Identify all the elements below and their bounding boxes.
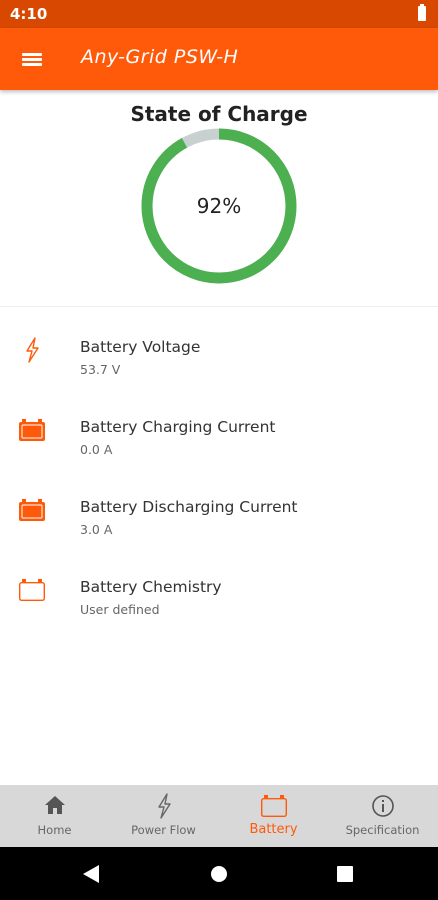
lightning-icon bbox=[157, 793, 171, 819]
info-label: Battery Charging Current bbox=[80, 418, 276, 436]
nav-label: Home bbox=[37, 823, 72, 837]
back-button[interactable] bbox=[62, 847, 122, 900]
nav-label: Specification bbox=[345, 823, 420, 837]
battery-icon bbox=[19, 419, 45, 441]
battery-outline-icon bbox=[19, 579, 46, 602]
info-icon bbox=[371, 795, 394, 817]
soc-percent: 92% bbox=[196, 194, 242, 218]
nav-label: Power Flow bbox=[131, 823, 196, 837]
battery-discharging-current-row: Battery Discharging Current 3.0 A bbox=[0, 488, 438, 558]
back-triangle-icon bbox=[83, 865, 99, 883]
info-label: Battery Chemistry bbox=[80, 578, 222, 596]
battery-outline-icon bbox=[260, 795, 287, 818]
home-circle-icon bbox=[211, 866, 227, 882]
battery-voltage-row: Battery Voltage 53.7 V bbox=[0, 328, 438, 398]
hamburger-menu-icon[interactable] bbox=[14, 45, 50, 73]
nav-item-specification[interactable]: Specification bbox=[328, 785, 437, 847]
nav-item-power-flow[interactable]: Power Flow bbox=[109, 785, 218, 847]
battery-chemistry-row: Battery Chemistry User defined bbox=[0, 568, 438, 638]
nav-item-battery[interactable]: Battery bbox=[219, 785, 328, 847]
recents-square-icon bbox=[337, 866, 353, 882]
home-icon bbox=[44, 796, 65, 814]
soc-title: State of Charge bbox=[130, 102, 308, 126]
info-value: 0.0 A bbox=[80, 442, 113, 457]
battery-icon bbox=[19, 499, 45, 521]
battery-charging-current-row: Battery Charging Current 0.0 A bbox=[0, 408, 438, 478]
system-nav-bar bbox=[0, 847, 438, 900]
info-value: 3.0 A bbox=[80, 522, 113, 537]
recents-button[interactable] bbox=[315, 847, 375, 900]
nav-label: Battery bbox=[249, 822, 298, 837]
divider bbox=[0, 306, 438, 307]
home-system-button[interactable] bbox=[189, 847, 249, 900]
info-value: User defined bbox=[80, 602, 160, 617]
nav-item-home[interactable]: Home bbox=[0, 785, 109, 847]
status-time: 4:10 bbox=[10, 5, 48, 23]
app-bar: Any-Grid PSW-H bbox=[0, 28, 438, 90]
status-battery-icon bbox=[418, 4, 426, 21]
info-label: Battery Discharging Current bbox=[80, 498, 298, 516]
info-label: Battery Voltage bbox=[80, 338, 201, 356]
info-value: 53.7 V bbox=[80, 362, 121, 377]
lightning-icon bbox=[26, 337, 39, 363]
status-bar: 4:10 bbox=[0, 0, 438, 28]
app-title: Any-Grid PSW-H bbox=[81, 46, 239, 68]
bottom-nav: Home Power Flow Battery Specification bbox=[0, 785, 438, 847]
